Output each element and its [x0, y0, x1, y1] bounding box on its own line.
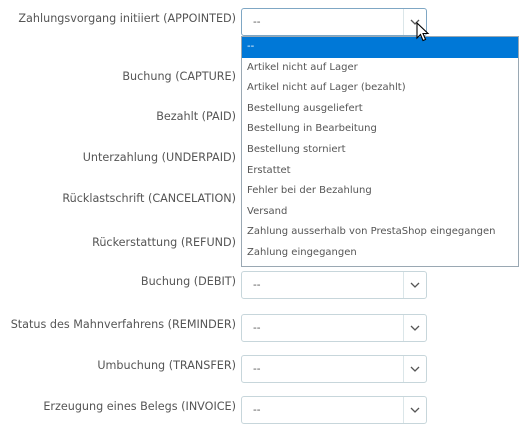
dropdown-option[interactable]: Bestellung in Bearbeitung — [242, 119, 518, 140]
row-label: Rücklastschrift (CANCELATION) — [62, 192, 236, 205]
row-label: Zahlungsvorgang initiiert (APPOINTED) — [18, 12, 236, 25]
status-select-invoice[interactable]: -- — [241, 396, 427, 424]
dropdown-option[interactable]: Zahlung eingegangen — [242, 243, 518, 264]
dropdown-option[interactable]: Bestellung ausgeliefert — [242, 99, 518, 120]
dropdown-option[interactable]: Fehler bei der Bezahlung — [242, 181, 518, 202]
status-row-appointed: Zahlungsvorgang initiiert (APPOINTED) -- — [0, 5, 519, 36]
dropdown-option[interactable]: Erstattet — [242, 161, 518, 182]
dropdown-option[interactable]: -- — [242, 37, 518, 58]
select-value: -- — [253, 404, 261, 416]
status-select-transfer[interactable]: -- — [241, 355, 427, 383]
row-label: Bezahlt (PAID) — [156, 110, 236, 123]
select-value: -- — [253, 279, 261, 291]
mouse-cursor-icon — [416, 22, 430, 42]
row-label: Buchung (DEBIT) — [140, 275, 236, 288]
row-label: Status des Mahnverfahrens (REMINDER) — [10, 318, 236, 331]
chevron-down-icon[interactable] — [403, 397, 426, 423]
row-label: Umbuchung (TRANSFER) — [97, 359, 236, 372]
dropdown-option[interactable]: Artikel nicht auf Lager — [242, 58, 518, 79]
status-select-appointed[interactable]: -- — [241, 8, 427, 36]
chevron-down-icon[interactable] — [403, 356, 426, 382]
chevron-down-icon[interactable] — [403, 272, 426, 298]
status-dropdown-list: -- Artikel nicht auf Lager Artikel nicht… — [241, 36, 519, 267]
status-row-reminder: Status des Mahnverfahrens (REMINDER) -- — [0, 311, 519, 342]
row-label: Rückerstattung (REFUND) — [92, 236, 236, 249]
select-value: -- — [253, 322, 261, 334]
dropdown-option[interactable]: Versand — [242, 202, 518, 223]
row-label: Unterzahlung (UNDERPAID) — [82, 151, 236, 164]
status-row-transfer: Umbuchung (TRANSFER) -- — [0, 352, 519, 383]
status-row-invoice: Erzeugung eines Belegs (INVOICE) -- — [0, 393, 519, 424]
row-label: Buchung (CAPTURE) — [122, 70, 236, 83]
dropdown-option[interactable]: Artikel nicht auf Lager (bezahlt) — [242, 78, 518, 99]
status-select-debit[interactable]: -- — [241, 271, 427, 299]
dropdown-option[interactable]: Zahlung ausserhalb von PrestaShop eingeg… — [242, 222, 518, 243]
chevron-down-icon[interactable] — [403, 315, 426, 341]
select-value: -- — [253, 363, 261, 375]
select-value: -- — [253, 16, 261, 28]
status-row-debit: Buchung (DEBIT) -- — [0, 268, 519, 299]
status-select-reminder[interactable]: -- — [241, 314, 427, 342]
row-label: Erzeugung eines Belegs (INVOICE) — [43, 400, 236, 413]
dropdown-option[interactable]: Bestellung storniert — [242, 140, 518, 161]
